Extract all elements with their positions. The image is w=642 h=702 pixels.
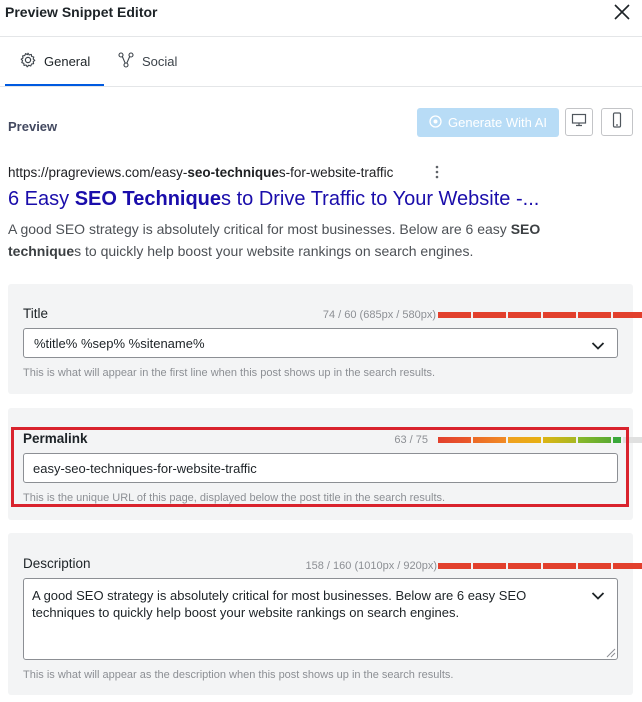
- dialog-title: Preview Snippet Editor: [5, 4, 158, 20]
- mobile-icon: [612, 111, 622, 133]
- generate-with-ai-label: Generate With AI: [448, 115, 547, 130]
- gear-icon: [20, 52, 44, 71]
- mobile-preview-button[interactable]: [601, 108, 633, 136]
- title-field-panel: Title 74 / 60 (685px / 580px) %title% %s…: [8, 284, 642, 394]
- title-help-text: This is what will appear in the first li…: [23, 367, 436, 379]
- tab-social-label: Social: [142, 53, 178, 69]
- generate-with-ai-button[interactable]: Generate With AI: [417, 108, 559, 137]
- desktop-icon: [571, 113, 587, 132]
- tab-bar: General Social: [0, 37, 642, 86]
- title-input[interactable]: %title% %sep% %sitename%: [23, 328, 618, 358]
- desktop-preview-button[interactable]: [565, 108, 593, 136]
- description-char-count: 158 / 160 (1010px / 920px): [305, 560, 437, 572]
- chevron-down-icon[interactable]: [591, 588, 605, 600]
- title-length-bar: [438, 312, 642, 318]
- description-field-panel: Description 158 / 160 (1010px / 920px) A…: [8, 533, 642, 695]
- description-textarea[interactable]: A good SEO strategy is absolutely critic…: [23, 578, 618, 660]
- tab-social[interactable]: Social: [118, 37, 177, 85]
- snippet-description: A good SEO strategy is absolutely critic…: [8, 221, 541, 259]
- tab-general[interactable]: General: [20, 37, 90, 85]
- resize-handle-icon[interactable]: [604, 645, 616, 658]
- preview-heading: Preview: [8, 119, 58, 134]
- dialog-header: Preview Snippet Editor: [0, 0, 642, 37]
- more-options-icon[interactable]: [431, 164, 443, 180]
- ai-sparkle-icon: [429, 114, 448, 131]
- close-icon[interactable]: [612, 2, 632, 22]
- snippet-url: https://pragreviews.com/easy-seo-techniq…: [8, 165, 394, 180]
- description-help-text: This is what will appear as the descript…: [23, 669, 454, 681]
- snippet-title: 6 Easy SEO Techniques to Drive Traffic t…: [8, 188, 540, 210]
- description-length-bar: [438, 563, 642, 569]
- share-network-icon: [118, 51, 142, 71]
- tabs-divider: [0, 86, 642, 87]
- chevron-down-icon[interactable]: [591, 338, 605, 350]
- description-field-label: Description: [23, 556, 91, 571]
- title-char-count: 74 / 60 (685px / 580px): [322, 309, 436, 321]
- permalink-highlight-box: [11, 427, 629, 507]
- tab-general-label: General: [44, 53, 91, 69]
- title-field-label: Title: [23, 306, 49, 321]
